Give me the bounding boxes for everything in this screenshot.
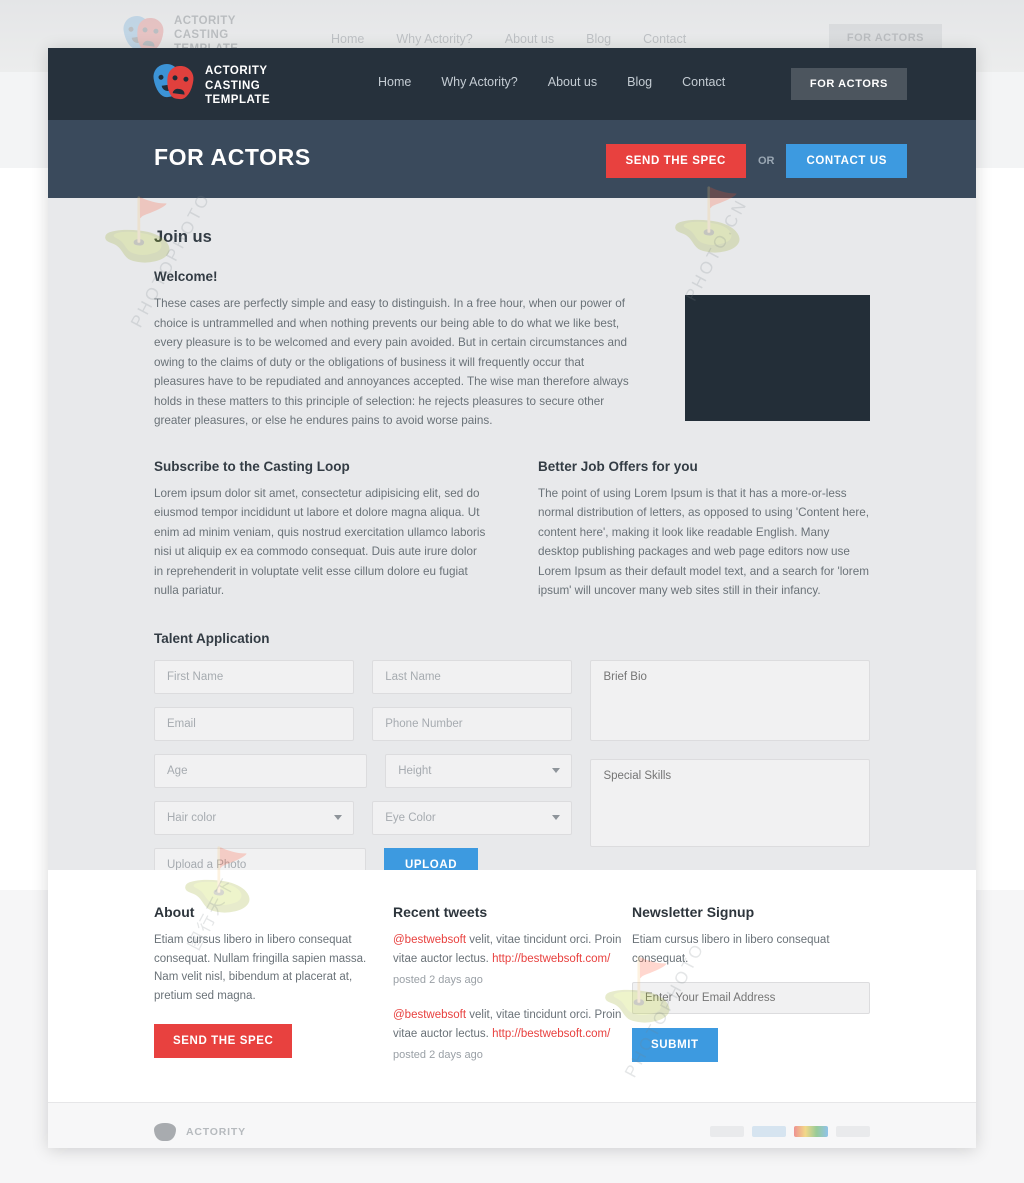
footer-columns: About Etiam cursus libero in libero cons… — [154, 904, 870, 1081]
subscribe-paragraph: Lorem ipsum dolor sit amet, consectetur … — [154, 486, 486, 598]
tweet-handle[interactable]: @bestwebsoft — [393, 934, 466, 946]
eye-color-select-wrapper — [372, 800, 573, 835]
hair-color-select[interactable] — [154, 800, 355, 835]
age-input[interactable] — [154, 753, 368, 788]
tweet-date: posted 2 days ago — [393, 974, 483, 986]
welcome-paragraph: These cases are perfectly simple and eas… — [154, 297, 629, 427]
footer-bottom-bar: ACTORITY — [48, 1102, 976, 1148]
brand-name: ACTORITY CASTING TEMPLATE — [205, 62, 270, 108]
page-title: FOR ACTORS — [154, 144, 311, 170]
backdrop-nav-why: Why Actority? — [396, 32, 473, 46]
footer-about-column: About Etiam cursus libero in libero cons… — [154, 904, 393, 1081]
theater-masks-icon — [154, 1122, 176, 1141]
tweet-link[interactable]: http://bestwebsoft.com/ — [492, 1028, 610, 1040]
tweet-date: posted 2 days ago — [393, 1049, 483, 1061]
nav-item-home[interactable]: Home — [378, 75, 411, 89]
newsletter-email-input[interactable] — [632, 982, 870, 1014]
phone-number-input[interactable] — [372, 706, 573, 741]
subscribe-heading: Subscribe to the Casting Loop — [154, 458, 350, 474]
nav-item-why-actority[interactable]: Why Actority? — [441, 75, 517, 89]
page-banner: FOR ACTORS SEND THE SPEC OR CONTACT US — [48, 120, 976, 198]
feature-subscribe: Subscribe to the Casting Loop Lorem ipsu… — [154, 459, 486, 601]
payment-icon — [710, 1126, 744, 1137]
backdrop-nav-blog: Blog — [586, 32, 612, 46]
tweet-link[interactable]: http://bestwebsoft.com/ — [492, 953, 610, 965]
chevron-down-icon — [552, 767, 561, 773]
brand-logo[interactable]: ACTORITY CASTING TEMPLATE — [151, 62, 270, 108]
payment-icon — [794, 1126, 828, 1137]
form-left-column: UPLOAD — [154, 659, 573, 905]
footer-brand-name: ACTORITY — [186, 1125, 246, 1138]
job-offers-heading: Better Job Offers for you — [538, 458, 698, 474]
nav-item-blog[interactable]: Blog — [627, 75, 652, 89]
chevron-down-icon — [552, 814, 561, 820]
payment-icon — [752, 1126, 786, 1137]
nav-item-contact[interactable]: Contact — [682, 75, 725, 89]
tweet-item: @bestwebsoft velit, vitae tincidunt orci… — [393, 931, 632, 968]
about-paragraph: Etiam cursus libero in libero consequat … — [154, 934, 367, 1002]
welcome-text-block: Welcome! These cases are perfectly simpl… — [154, 269, 637, 431]
send-the-spec-button[interactable]: SEND THE SPEC — [605, 144, 746, 178]
contact-us-button[interactable]: CONTACT US — [786, 144, 907, 178]
height-select-wrapper — [385, 753, 573, 788]
video-placeholder[interactable] — [684, 295, 870, 421]
first-name-input[interactable] — [154, 659, 355, 694]
eye-color-select[interactable] — [372, 800, 573, 835]
welcome-row: Welcome! These cases are perfectly simpl… — [154, 269, 870, 431]
site-header: ACTORITY CASTING TEMPLATE Home Why Actor… — [48, 48, 976, 120]
backdrop-nav-about: About us — [504, 32, 555, 46]
backdrop-nav-home: Home — [331, 32, 365, 46]
footer-newsletter-column: Newsletter Signup Etiam cursus libero in… — [632, 904, 870, 1081]
special-skills-textarea[interactable] — [590, 758, 870, 847]
about-heading: About — [154, 904, 195, 920]
site-page: ACTORITY CASTING TEMPLATE Home Why Actor… — [48, 48, 976, 1148]
banner-actions: SEND THE SPEC OR CONTACT US — [605, 144, 907, 178]
payment-icon — [836, 1126, 870, 1137]
footer-send-the-spec-button[interactable]: SEND THE SPEC — [154, 1024, 293, 1058]
features-row: Subscribe to the Casting Loop Lorem ipsu… — [154, 459, 870, 601]
form-right-column: SUBMIT — [590, 659, 870, 905]
recent-tweets-heading: Recent tweets — [393, 904, 488, 920]
last-name-input[interactable] — [372, 659, 573, 694]
welcome-heading: Welcome! — [154, 269, 218, 284]
talent-application-heading: Talent Application — [154, 630, 270, 646]
screenshot-canvas: ACTORITY CASTING TEMPLATE Home Why Actor… — [0, 0, 1024, 1183]
job-offers-paragraph: The point of using Lorem Ipsum is that i… — [538, 486, 869, 598]
newsletter-paragraph: Etiam cursus libero in libero consequat … — [632, 934, 830, 965]
feature-job-offers: Better Job Offers for you The point of u… — [538, 459, 870, 601]
site-footer: About Etiam cursus libero in libero cons… — [48, 870, 976, 1102]
brand-name-line-2: CASTING — [205, 79, 261, 92]
for-actors-button[interactable]: FOR ACTORS — [790, 68, 907, 100]
chevron-down-icon — [334, 814, 343, 820]
nav-item-about-us[interactable]: About us — [548, 75, 597, 89]
height-select[interactable] — [385, 753, 573, 788]
newsletter-submit-button[interactable]: SUBMIT — [632, 1028, 718, 1062]
tweet-item: @bestwebsoft velit, vitae tincidunt orci… — [393, 1006, 632, 1043]
backdrop-nav-contact: Contact — [643, 32, 687, 46]
brief-bio-textarea[interactable] — [590, 659, 870, 741]
main-content: Join us Welcome! These cases are perfect… — [48, 198, 976, 905]
tweet-handle[interactable]: @bestwebsoft — [393, 1009, 466, 1021]
talent-application-form: UPLOAD SUBMIT — [154, 659, 870, 905]
join-us-heading: Join us — [154, 228, 212, 246]
payment-icons — [710, 1126, 870, 1137]
or-label: OR — [757, 155, 775, 167]
main-navigation: Home Why Actority? About us Blog Contact — [378, 75, 725, 89]
theater-masks-icon — [151, 62, 196, 102]
backdrop-nav: Home Why Actority? About us Blog Contact — [331, 32, 686, 46]
brand-name-line-3: TEMPLATE — [205, 94, 271, 106]
footer-tweets-column: Recent tweets @bestwebsoft velit, vitae … — [393, 904, 632, 1081]
newsletter-heading: Newsletter Signup — [632, 904, 755, 920]
hair-color-select-wrapper — [154, 800, 355, 835]
email-input[interactable] — [154, 706, 355, 741]
brand-name-line-1: ACTORITY — [205, 65, 268, 77]
